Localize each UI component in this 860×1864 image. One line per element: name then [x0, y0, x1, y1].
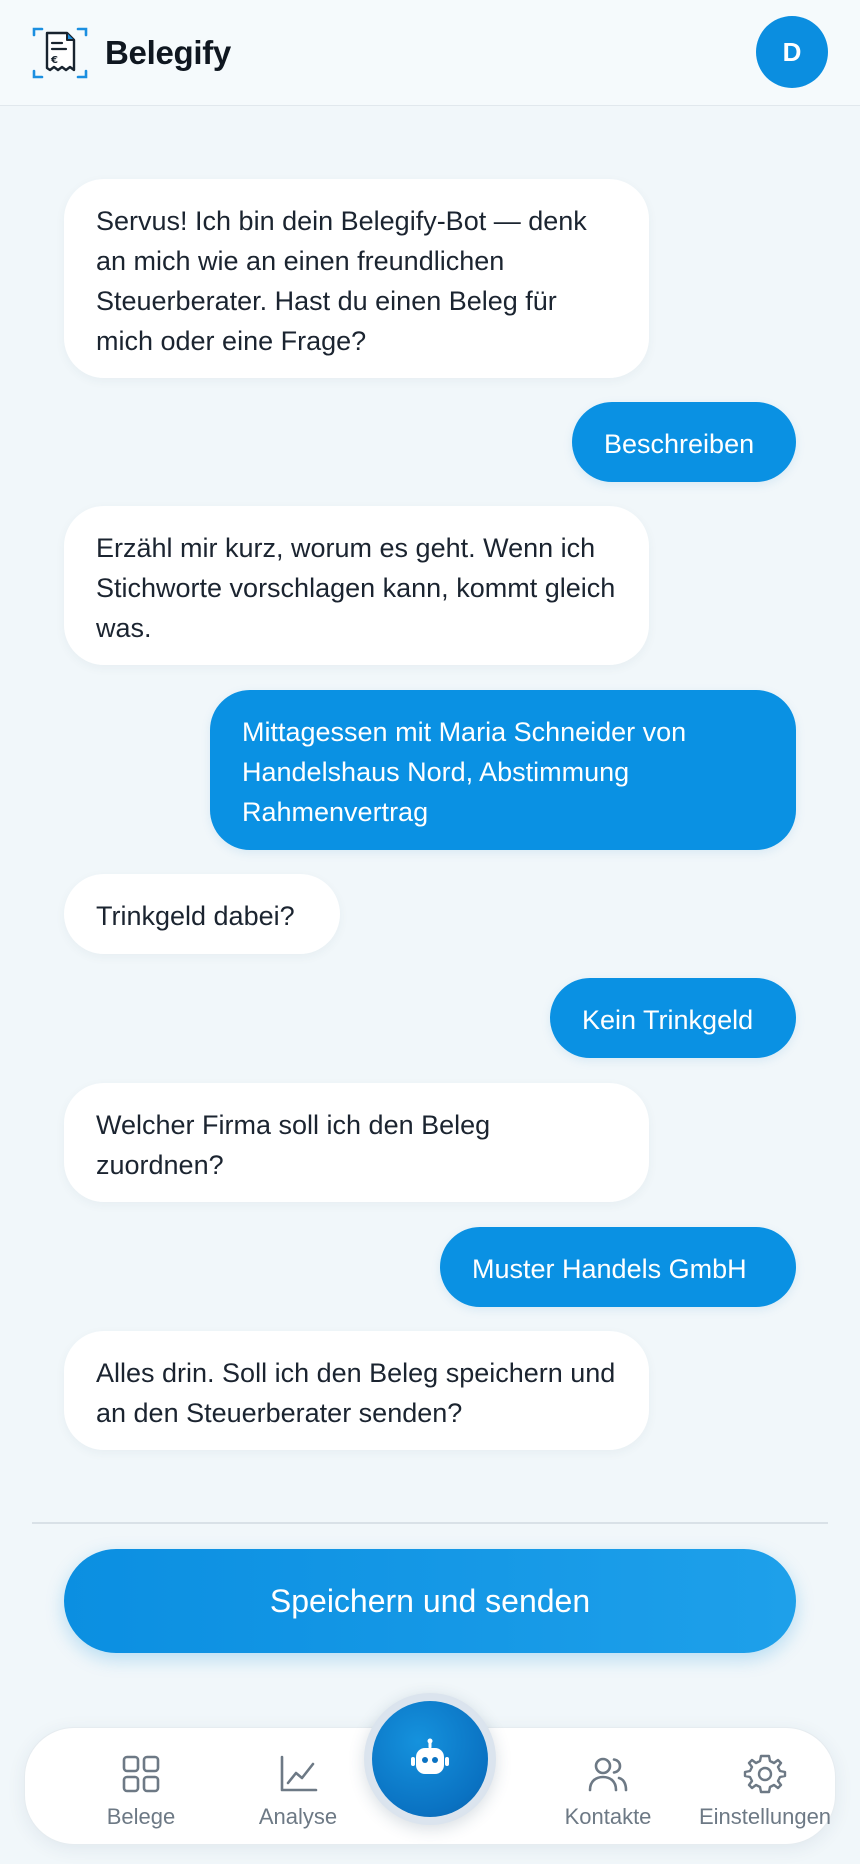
nav-item-analyse[interactable]: Analyse — [225, 1728, 371, 1846]
user-avatar[interactable]: D — [756, 16, 828, 88]
gear-icon — [743, 1754, 787, 1794]
receipt-logo-icon: € — [32, 27, 88, 79]
bot-icon — [411, 1738, 449, 1774]
app-title: Belegify — [105, 34, 231, 71]
save-and-send-button[interactable]: Speichern und senden — [64, 1549, 796, 1653]
user-message: Muster Handels GmbH — [440, 1227, 796, 1307]
nav-item-kontakte[interactable]: Kontakte — [535, 1728, 681, 1846]
chart-icon — [280, 1755, 318, 1792]
grid-icon — [122, 1755, 160, 1793]
svg-text:€: € — [50, 55, 58, 66]
nav-label: Belege — [106, 1804, 176, 1829]
user-message: Mittagessen mit Maria Schneider von Hand… — [210, 690, 796, 850]
nav-label: Analyse — [258, 1804, 338, 1829]
bot-message: Alles drin. Soll ich den Beleg speichern… — [64, 1331, 649, 1450]
nav-item-belege[interactable]: Belege — [71, 1728, 211, 1846]
bot-button[interactable] — [372, 1701, 488, 1817]
nav-label: Einstellungen — [698, 1804, 832, 1829]
bot-message: Servus! Ich bin dein Belegify-Bot — denk… — [64, 179, 649, 378]
app-header: € Belegify D — [0, 0, 860, 106]
bot-message: Erzähl mir kurz, worum es geht. Wenn ich… — [64, 506, 649, 665]
users-icon — [588, 1757, 628, 1792]
user-message: Kein Trinkgeld — [550, 978, 796, 1058]
user-message: Beschreiben — [572, 402, 796, 482]
nav-label: Kontakte — [564, 1804, 652, 1829]
bot-message: Trinkgeld dabei? — [64, 874, 340, 954]
divider — [32, 1522, 828, 1524]
bot-message: Welcher Firma soll ich den Beleg zuordne… — [64, 1083, 649, 1202]
nav-item-einstellungen[interactable]: Einstellungen — [669, 1728, 860, 1846]
